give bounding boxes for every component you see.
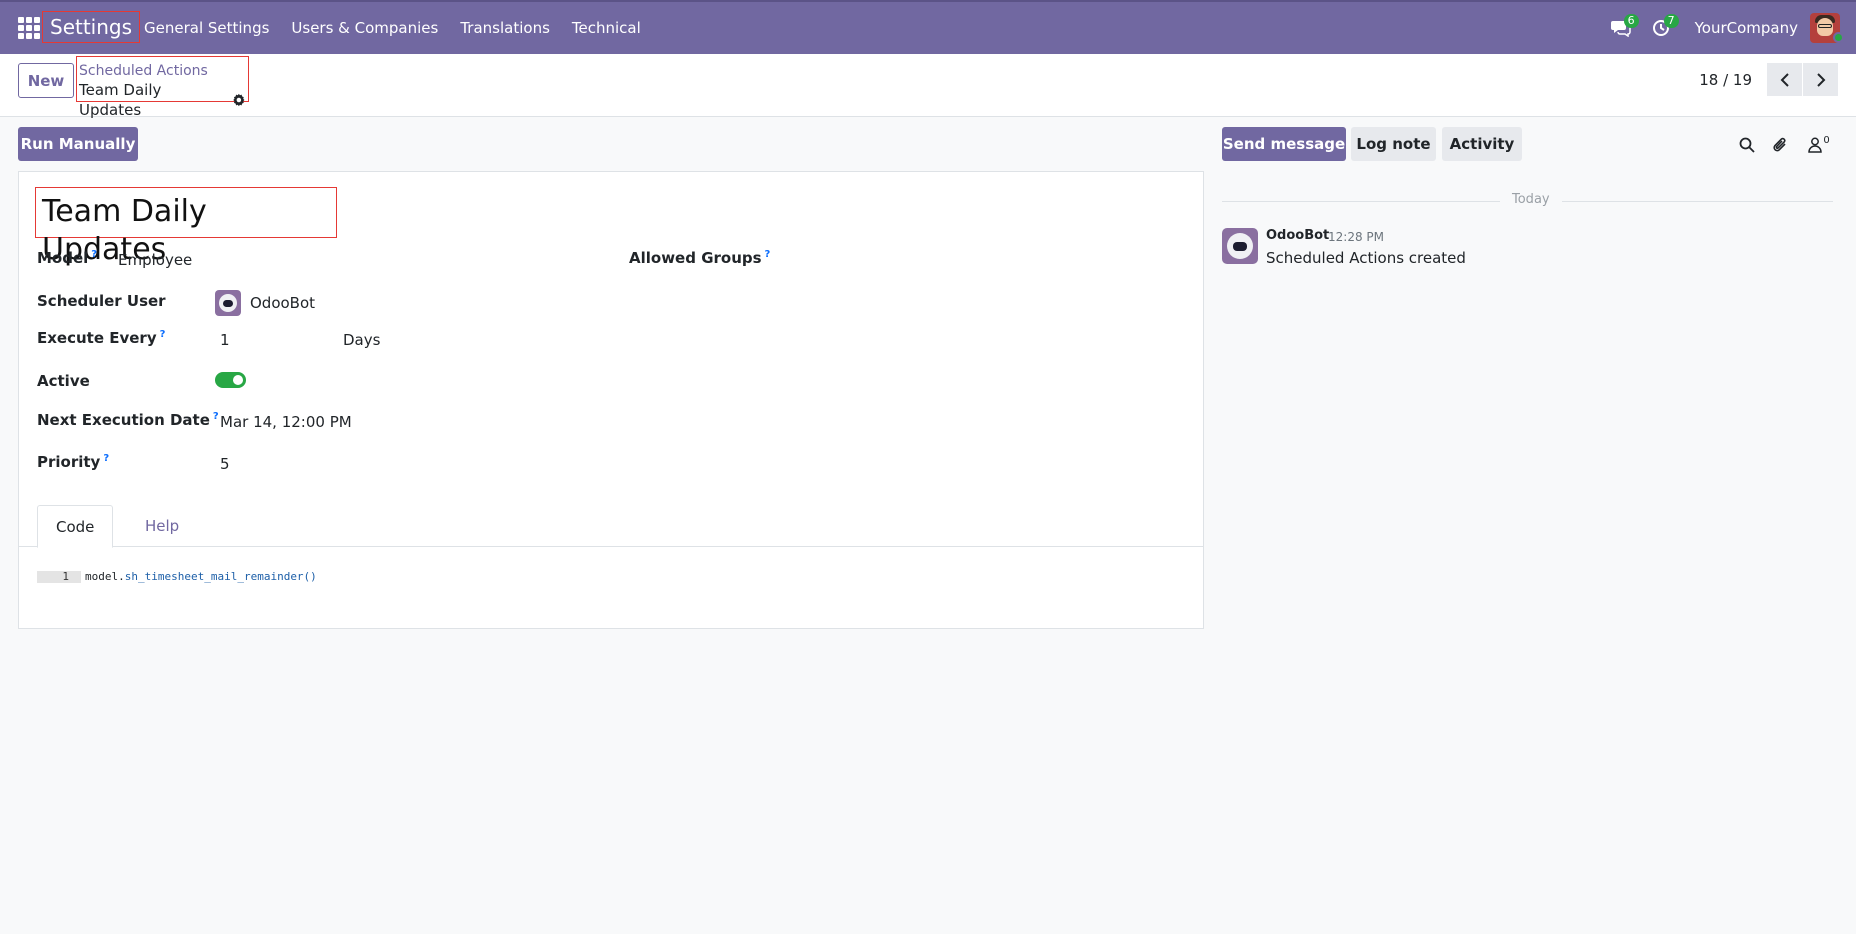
send-message-button[interactable]: Send message: [1222, 127, 1346, 161]
priority-value[interactable]: 5: [220, 455, 230, 473]
followers-count: 0: [1823, 134, 1830, 146]
control-panel: New Scheduled Actions Team Daily Updates…: [0, 54, 1856, 119]
log-note-button[interactable]: Log note: [1351, 127, 1436, 161]
code-editor[interactable]: 1 model.sh_timesheet_mail_remainder(): [37, 570, 317, 583]
activities-button[interactable]: 7: [1641, 8, 1681, 48]
apps-menu-icon[interactable]: [18, 17, 40, 39]
company-switcher[interactable]: YourCompany: [1681, 19, 1810, 37]
chevron-right-icon: [1816, 72, 1825, 87]
message-author[interactable]: OdooBot: [1266, 228, 1329, 243]
tab-help[interactable]: Help: [127, 505, 197, 548]
allowed-groups-label: Allowed Groups?: [629, 249, 771, 267]
pager: 18 / 19: [1699, 63, 1838, 96]
breadcrumb-parent-link[interactable]: Scheduled Actions: [79, 62, 246, 80]
line-number: 1: [37, 570, 81, 583]
menu-users-companies[interactable]: Users & Companies: [280, 19, 449, 37]
form-sheet: Team Daily Updates Model? Employee Allow…: [18, 171, 1204, 629]
priority-label: Priority?: [37, 453, 110, 471]
followers-button[interactable]: 0: [1804, 133, 1834, 157]
pager-value[interactable]: 18 / 19: [1699, 71, 1752, 89]
user-icon: [1808, 137, 1823, 153]
messages-button[interactable]: 6: [1601, 8, 1641, 48]
message-time: 12:28 PM: [1328, 230, 1384, 244]
search-icon: [1739, 137, 1755, 153]
execute-every-unit[interactable]: Days: [343, 331, 380, 349]
next-execution-value[interactable]: Mar 14, 12:00 PM: [220, 413, 352, 431]
notebook-tabs: Code Help: [19, 505, 1203, 548]
active-toggle[interactable]: [215, 372, 246, 388]
online-status-icon: [1833, 32, 1844, 43]
active-label: Active: [37, 372, 90, 390]
pager-next-button[interactable]: [1803, 63, 1838, 96]
execute-every-label: Execute Every?: [37, 329, 166, 347]
allowed-groups-help-icon[interactable]: ?: [765, 249, 771, 260]
message-author-avatar[interactable]: [1222, 228, 1258, 264]
model-label: Model?: [37, 249, 98, 267]
chevron-left-icon: [1780, 72, 1789, 87]
priority-help-icon[interactable]: ?: [103, 453, 109, 464]
menu-general-settings[interactable]: General Settings: [133, 19, 280, 37]
next-execution-help-icon[interactable]: ?: [213, 411, 219, 422]
gear-icon[interactable]: [232, 93, 246, 107]
activities-badge: 7: [1663, 14, 1679, 28]
record-title[interactable]: Team Daily Updates: [35, 187, 337, 267]
scheduler-user-label: Scheduler User: [37, 292, 166, 310]
message-body: Scheduled Actions created: [1266, 249, 1466, 267]
tab-code[interactable]: Code: [37, 505, 114, 548]
messages-badge: 6: [1623, 14, 1639, 28]
breadcrumb-current-label: Team Daily Updates: [79, 81, 162, 119]
breadcrumb: Scheduled Actions Team Daily Updates: [76, 56, 249, 119]
chatter-search-button[interactable]: [1735, 133, 1759, 157]
model-help-icon[interactable]: ?: [91, 249, 97, 260]
new-button[interactable]: New: [18, 63, 74, 98]
systray: 6 7 YourCompany: [1601, 2, 1856, 54]
code-content[interactable]: model.sh_timesheet_mail_remainder(): [85, 570, 317, 583]
activity-button[interactable]: Activity: [1442, 127, 1522, 161]
menu-technical[interactable]: Technical: [561, 19, 652, 37]
main-menu: General Settings Users & Companies Trans…: [133, 2, 652, 54]
execute-every-help-icon[interactable]: ?: [160, 329, 166, 340]
breadcrumb-current: Team Daily Updates: [79, 80, 246, 120]
odoobot-avatar: [215, 290, 241, 316]
app-name[interactable]: Settings: [42, 11, 141, 43]
menu-translations[interactable]: Translations: [449, 19, 561, 37]
paperclip-icon: [1773, 137, 1786, 152]
run-manually-button[interactable]: Run Manually: [18, 127, 138, 161]
attachments-button[interactable]: [1768, 133, 1792, 157]
scheduler-user-value[interactable]: OdooBot: [250, 294, 315, 312]
top-navbar: Settings General Settings Users & Compan…: [0, 0, 1856, 54]
pager-previous-button[interactable]: [1767, 63, 1802, 96]
next-execution-label: Next Execution Date?: [37, 411, 219, 429]
date-divider-label: Today: [1500, 192, 1562, 207]
execute-every-value[interactable]: 1: [220, 331, 230, 349]
model-value[interactable]: Employee: [118, 251, 192, 269]
